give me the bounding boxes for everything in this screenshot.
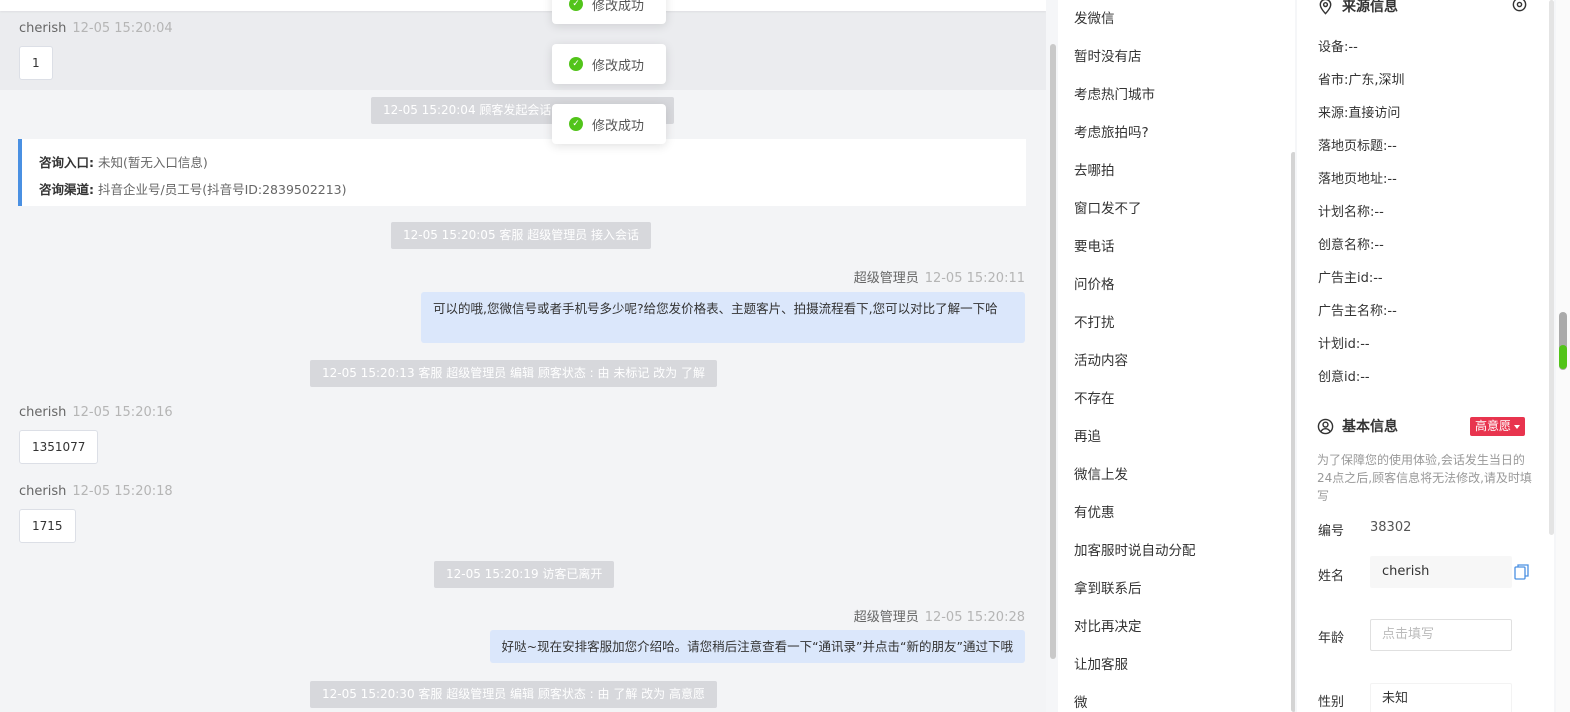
caret-down-icon — [1514, 424, 1521, 429]
location-pin-icon — [1319, 0, 1332, 15]
system-message: 12-05 15:20:30 客服 超级管理员 编辑 顾客状态 : 由 了解 改… — [310, 681, 717, 708]
edit-tip-text: 为了保障您的使用体验,会话发生当日的24点之后,顾客信息将无法修改,请及时填写 — [1317, 453, 1532, 503]
system-message: 12-05 15:20:05 客服 超级管理员 接入会话 — [391, 222, 652, 249]
name-field[interactable]: cherish — [1370, 556, 1512, 588]
source-device: 设备:-- — [1318, 40, 1358, 55]
name-label: 姓名 — [1318, 569, 1345, 584]
basic-info-header: 基本信息 — [1317, 416, 1398, 436]
quick-reply-item[interactable]: 要电话 — [1074, 237, 1115, 257]
source-advertiser-id: 广告主id:-- — [1318, 271, 1383, 286]
incoming-message-bubble[interactable]: 1 — [19, 46, 53, 80]
quick-reply-list: 发微信 暂时没有店 考虑热门城市 考虑旅拍吗? 去哪拍 窗口发不了 要电话 问价… — [1058, 0, 1295, 712]
age-label: 年龄 — [1318, 631, 1345, 646]
quick-reply-item[interactable]: 不打扰 — [1074, 313, 1115, 333]
chat-header-bar — [0, 0, 1046, 11]
success-toast: ✓ 修改成功 — [552, 44, 666, 84]
check-circle-icon: ✓ — [569, 117, 583, 131]
system-message: 12-05 15:20:19 访客已离开 — [434, 561, 615, 588]
quick-reply-item[interactable]: 微信上发 — [1074, 465, 1128, 485]
source-landing-title: 落地页标题:-- — [1318, 139, 1397, 154]
quick-reply-item[interactable]: 发微信 — [1074, 9, 1115, 29]
source-channel: 来源:直接访问 — [1318, 106, 1401, 121]
gender-select[interactable]: 未知 — [1370, 683, 1512, 712]
intent-status-dropdown[interactable]: 高意愿 — [1470, 417, 1526, 436]
quick-reply-item[interactable]: 考虑旅拍吗? — [1074, 123, 1149, 143]
incoming-message-bubble[interactable]: 1351077 — [19, 430, 99, 464]
message-sender: 超级管理员 12-05 15:20:11 — [853, 271, 1025, 286]
success-toast: ✓ 修改成功 — [552, 0, 666, 24]
source-creative-name: 创意名称:-- — [1318, 238, 1384, 253]
user-circle-icon — [1317, 418, 1334, 434]
quick-reply-item[interactable]: 再追 — [1074, 427, 1101, 447]
chat-scrollbar[interactable] — [1050, 44, 1056, 659]
quick-reply-item[interactable]: 对比再决定 — [1074, 617, 1142, 637]
outgoing-message-bubble[interactable]: 好哒~现在安排客服加您介绍哈。请您稍后注意查看一下“通讯录”并点击“新的朋友”通… — [489, 630, 1025, 663]
source-plan-name: 计划名称:-- — [1318, 205, 1384, 220]
consult-source-card: 咨询入口: 未知(暂无入口信息) 咨询渠道: 抖音企业号/员工号(抖音号ID:2… — [18, 139, 1026, 206]
age-field[interactable]: 点击填写 — [1370, 619, 1512, 651]
quick-reply-item[interactable]: 考虑热门城市 — [1074, 85, 1155, 105]
quick-reply-item[interactable]: 不存在 — [1074, 389, 1115, 409]
copy-icon[interactable] — [1514, 564, 1529, 580]
gender-label: 性别 — [1318, 695, 1345, 710]
message-sender: cherish 12-05 15:20:18 — [19, 484, 173, 499]
source-plan-id: 计划id:-- — [1318, 337, 1370, 352]
quick-reply-item[interactable]: 加客服时说自动分配 — [1074, 541, 1196, 561]
source-info-header: 来源信息 — [1317, 0, 1398, 16]
message-sender: cherish 12-05 15:20:16 — [19, 405, 173, 420]
system-message: 12-05 15:20:13 客服 超级管理员 编辑 顾客状态 : 由 未标记 … — [310, 360, 717, 387]
quick-reply-item[interactable]: 让加客服 — [1074, 655, 1128, 675]
chat-panel[interactable]: cherish 12-05 15:20:04 1 12-05 15:20:04 顾… — [0, 0, 1046, 712]
outgoing-message-bubble[interactable]: 可以的哦,您微信号或者手机号多少呢?给您发价格表、主题客片、拍摄流程看下,您可以… — [421, 292, 1025, 343]
quick-reply-item[interactable]: 有优惠 — [1074, 503, 1115, 523]
quick-reply-item[interactable]: 微 — [1074, 693, 1088, 712]
check-circle-icon: ✓ — [569, 0, 583, 11]
page-scrollbar-track[interactable] — [1556, 0, 1570, 712]
incoming-message-bubble[interactable]: 1715 — [19, 509, 76, 543]
quick-reply-item[interactable]: 活动内容 — [1074, 351, 1128, 371]
source-advertiser-name: 广告主名称:-- — [1318, 304, 1397, 319]
message-sender: 超级管理员 12-05 15:20:28 — [853, 610, 1025, 625]
info-scrollbar[interactable] — [1549, 0, 1554, 535]
source-landing-url: 落地页地址:-- — [1318, 172, 1397, 187]
id-label: 编号 — [1318, 524, 1345, 539]
check-circle-icon: ✓ — [569, 57, 583, 71]
quick-reply-item[interactable]: 拿到联系后 — [1074, 579, 1142, 599]
scroll-indicator — [1559, 345, 1567, 369]
id-value: 38302 — [1370, 520, 1412, 535]
settings-icon[interactable] — [1511, 0, 1528, 13]
quick-reply-scrollbar[interactable] — [1291, 152, 1295, 712]
quick-reply-item[interactable]: 问价格 — [1074, 275, 1115, 295]
customer-info-panel: 来源信息 设备:-- 省市:广东,深圳 来源:直接访问 落地页标题:-- 落地页… — [1297, 0, 1554, 712]
quick-reply-item[interactable]: 窗口发不了 — [1074, 199, 1142, 219]
source-region: 省市:广东,深圳 — [1318, 73, 1405, 88]
success-toast: ✓ 修改成功 — [552, 104, 666, 144]
source-creative-id: 创意id:-- — [1318, 370, 1370, 385]
quick-reply-item[interactable]: 去哪拍 — [1074, 161, 1115, 181]
message-sender: cherish 12-05 15:20:04 — [19, 21, 173, 36]
quick-reply-item[interactable]: 暂时没有店 — [1074, 47, 1142, 67]
